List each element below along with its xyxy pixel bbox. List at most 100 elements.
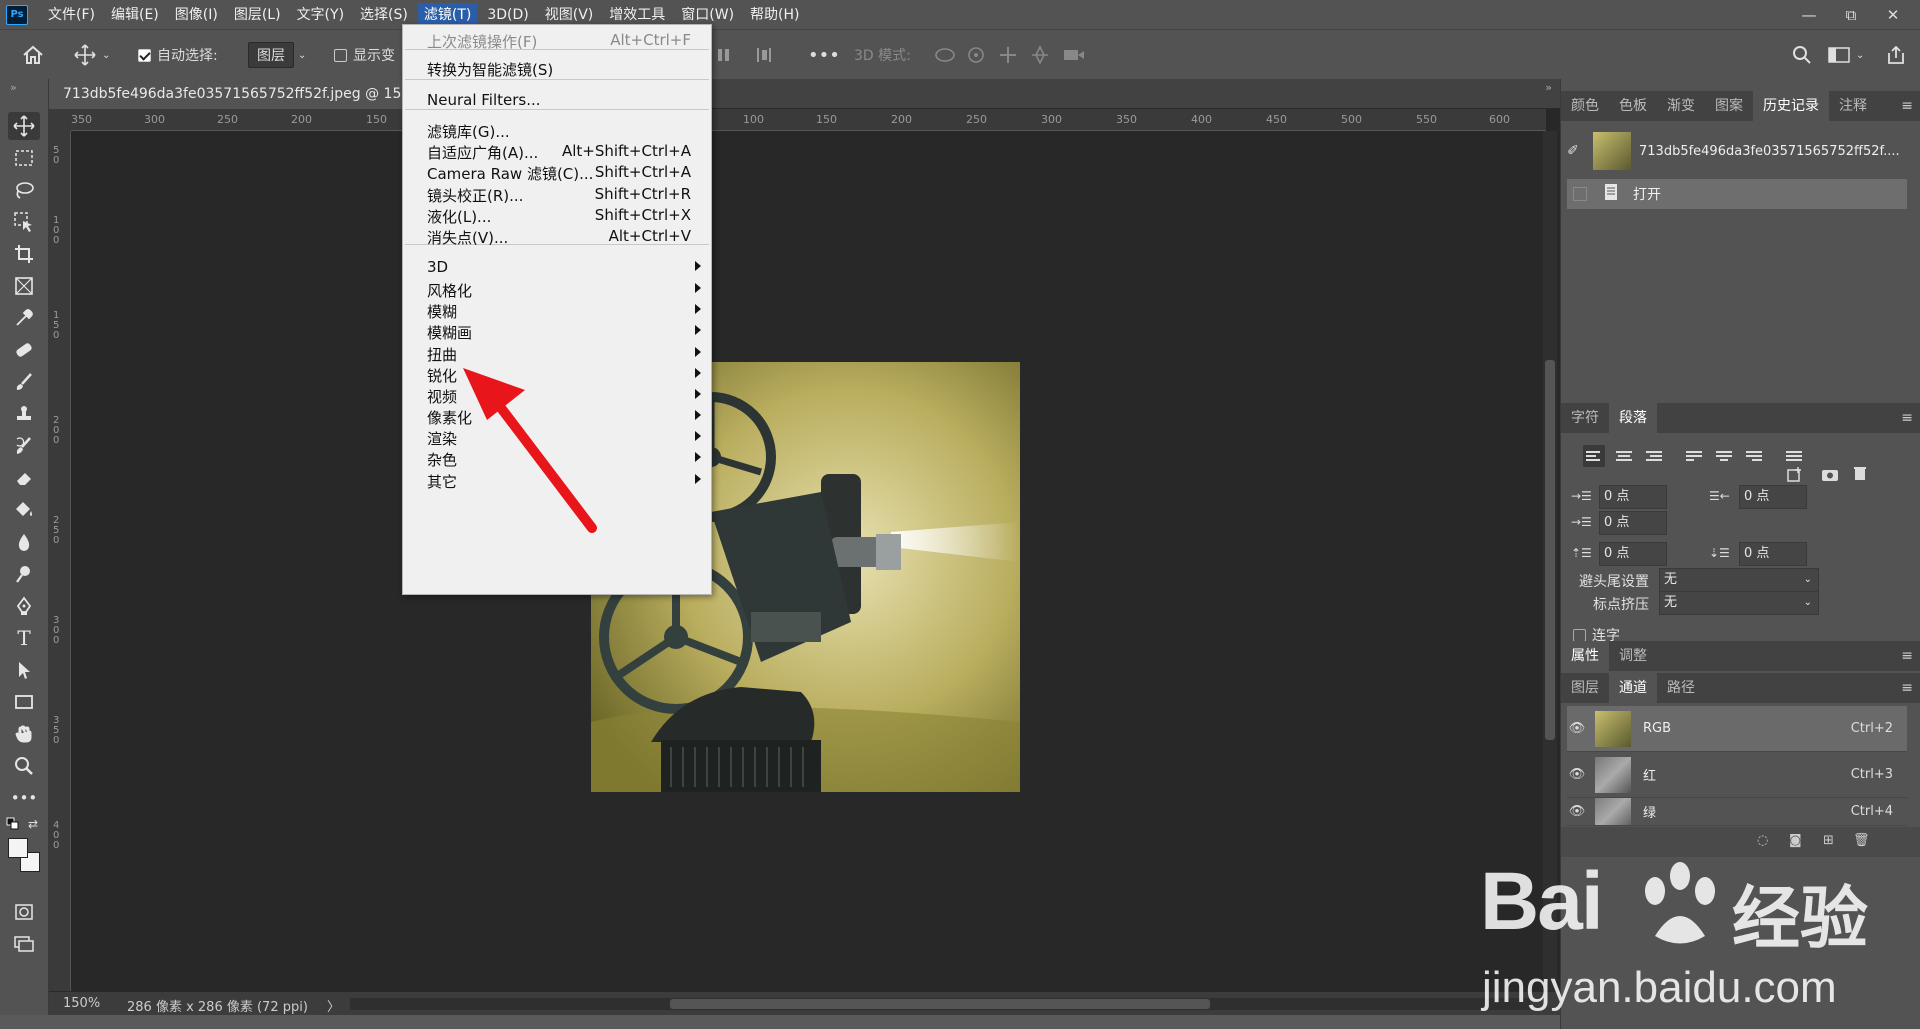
menu-file[interactable]: 文件(F) (42, 3, 101, 27)
history-brush-source-icon[interactable]: ✐ (1567, 143, 1587, 159)
menu-edit[interactable]: 编辑(E) (105, 3, 165, 27)
quick-mask-icon[interactable] (8, 898, 40, 926)
share-icon[interactable] (1886, 30, 1906, 80)
filter-menu-item[interactable]: 镜头校正(R)... Shift+Ctrl+R (403, 183, 711, 205)
panel-menu-icon[interactable]: ≡ (1901, 648, 1913, 664)
menu-select[interactable]: 选择(S) (354, 3, 414, 27)
channel-row[interactable]: 👁 RGB Ctrl+2 (1567, 706, 1907, 752)
filter-menu-item[interactable]: 模糊画 (403, 320, 711, 342)
chevron-down-icon[interactable]: ⌄ (102, 50, 110, 61)
3d-roll-icon[interactable] (966, 30, 986, 80)
history-brush-tool-icon[interactable] (8, 432, 40, 460)
distribute-icon[interactable] (756, 30, 772, 80)
tab-color[interactable]: 颜色 (1561, 91, 1609, 121)
chevron-down-icon[interactable]: ⌄ (1856, 50, 1864, 61)
history-state-checkbox[interactable] (1573, 187, 1587, 201)
save-selection-icon[interactable]: ◙ (1789, 833, 1802, 848)
auto-select-checkbox[interactable]: 自动选择: (138, 30, 218, 80)
chevron-down-icon[interactable]: ⌄ (1804, 569, 1812, 591)
load-selection-icon[interactable]: ◌ (1757, 833, 1768, 848)
eye-icon[interactable]: 👁 (1567, 721, 1587, 736)
align-icon[interactable] (716, 30, 732, 80)
rectangle-tool-icon[interactable] (8, 688, 40, 716)
tab-history[interactable]: 历史记录 (1753, 91, 1829, 121)
align-left-icon[interactable] (1583, 445, 1605, 467)
justify-last-center-icon[interactable] (1713, 445, 1735, 467)
eye-icon[interactable]: 👁 (1567, 767, 1587, 782)
kinsoku-dropdown[interactable]: 无 ⌄ (1659, 568, 1819, 592)
workspace-icon[interactable]: ⌄ (1828, 30, 1864, 80)
pen-tool-icon[interactable] (8, 592, 40, 620)
close-window-button[interactable]: ✕ (1872, 0, 1914, 29)
tab-adjustments[interactable]: 调整 (1609, 641, 1657, 671)
menu-filter[interactable]: 滤镜(T) (417, 2, 478, 27)
channel-row[interactable]: 👁 红 Ctrl+3 (1567, 752, 1907, 798)
align-right-icon[interactable] (1643, 445, 1665, 467)
home-icon[interactable] (22, 30, 44, 80)
paint-bucket-tool-icon[interactable] (8, 496, 40, 524)
mojikumi-dropdown[interactable]: 无 ⌄ (1659, 591, 1819, 615)
tab-channels[interactable]: 通道 (1609, 673, 1657, 703)
trash-icon[interactable]: 🗑 (1853, 833, 1870, 848)
new-channel-icon[interactable]: ⊞ (1823, 833, 1834, 848)
filter-menu-item[interactable]: Neural Filters... (403, 89, 711, 111)
object-select-tool-icon[interactable] (8, 208, 40, 236)
camera-icon[interactable] (1821, 466, 1839, 486)
filter-menu-item[interactable]: 3D (403, 256, 711, 278)
menu-plugins[interactable]: 增效工具 (603, 3, 671, 27)
eyedropper-tool-icon[interactable] (8, 304, 40, 332)
filter-menu-item[interactable]: 上次滤镜操作(F) Alt+Ctrl+F (403, 29, 711, 51)
chevron-down-icon[interactable]: ⌄ (1804, 592, 1812, 614)
filter-menu-item[interactable]: 转换为智能滤镜(S) (403, 57, 711, 79)
first-line-indent-field[interactable]: 0 点 (1599, 511, 1667, 535)
eraser-tool-icon[interactable] (8, 464, 40, 492)
3d-camera-icon[interactable] (1062, 30, 1086, 80)
space-after-field[interactable]: 0 点 (1739, 542, 1807, 566)
show-transform-checkbox[interactable]: 显示变 (334, 30, 395, 80)
tab-gradients[interactable]: 渐变 (1657, 91, 1705, 121)
checkbox-unchecked-icon[interactable] (334, 48, 347, 62)
panel-menu-icon[interactable]: ≡ (1901, 680, 1913, 696)
menu-view[interactable]: 视图(V) (539, 3, 600, 27)
menu-image[interactable]: 图像(I) (169, 3, 224, 27)
tab-character[interactable]: 字符 (1561, 403, 1609, 433)
filter-menu-item[interactable]: 消失点(V)... Alt+Ctrl+V (403, 225, 711, 247)
panel-menu-icon[interactable]: ≡ (1901, 98, 1913, 114)
history-state[interactable]: 打开 (1567, 179, 1907, 209)
channel-row[interactable]: 👁 绿 Ctrl+4 (1567, 798, 1907, 826)
crop-tool-icon[interactable] (8, 240, 40, 268)
horizontal-scrollbar-thumb[interactable] (670, 999, 1210, 1009)
dodge-tool-icon[interactable] (8, 560, 40, 588)
tab-layers[interactable]: 图层 (1561, 673, 1609, 703)
3d-pan-icon[interactable] (998, 30, 1018, 80)
tab-patterns[interactable]: 图案 (1705, 91, 1753, 121)
marquee-tool-icon[interactable] (8, 144, 40, 172)
indent-left-field[interactable]: 0 点 (1599, 485, 1667, 509)
frame-tool-icon[interactable] (8, 272, 40, 300)
tab-paths[interactable]: 路径 (1657, 673, 1705, 703)
move-tool-preset-icon[interactable]: ⌄ (74, 30, 110, 80)
panel-menu-icon[interactable]: ≡ (1901, 410, 1913, 426)
collapse-icon[interactable]: » (1545, 81, 1552, 94)
tab-paragraph[interactable]: 段落 (1609, 403, 1657, 433)
auto-select-value[interactable]: 图层 (248, 42, 294, 68)
eye-icon[interactable]: 👁 (1567, 804, 1587, 819)
filter-menu-item[interactable]: 自适应广角(A)... Alt+Shift+Ctrl+A (403, 140, 711, 162)
filter-menu-item[interactable]: 滤镜库(G)... (403, 119, 711, 141)
checkbox-unchecked-icon[interactable] (1573, 628, 1586, 642)
filter-menu-item[interactable]: 风格化 (403, 278, 711, 300)
brush-tool-icon[interactable] (8, 368, 40, 396)
default-colors-icon[interactable] (6, 817, 20, 835)
blur-tool-icon[interactable] (8, 528, 40, 556)
tab-notes[interactable]: 注释 (1829, 91, 1877, 121)
menu-window[interactable]: 窗口(W) (675, 3, 740, 27)
healing-brush-tool-icon[interactable] (8, 336, 40, 364)
search-icon[interactable] (1792, 30, 1812, 80)
filter-menu-item[interactable]: Camera Raw 滤镜(C)... Shift+Ctrl+A (403, 161, 711, 183)
menu-3d[interactable]: 3D(D) (481, 3, 534, 27)
document-tab-title[interactable]: 713db5fe496da3fe03571565752ff52f.jpeg @ … (63, 86, 429, 102)
more-options-icon[interactable]: ••• (808, 30, 840, 80)
3d-orbit-icon[interactable] (934, 30, 956, 80)
restore-button[interactable]: ⧉ (1830, 0, 1872, 29)
screen-mode-icon[interactable] (8, 930, 40, 958)
